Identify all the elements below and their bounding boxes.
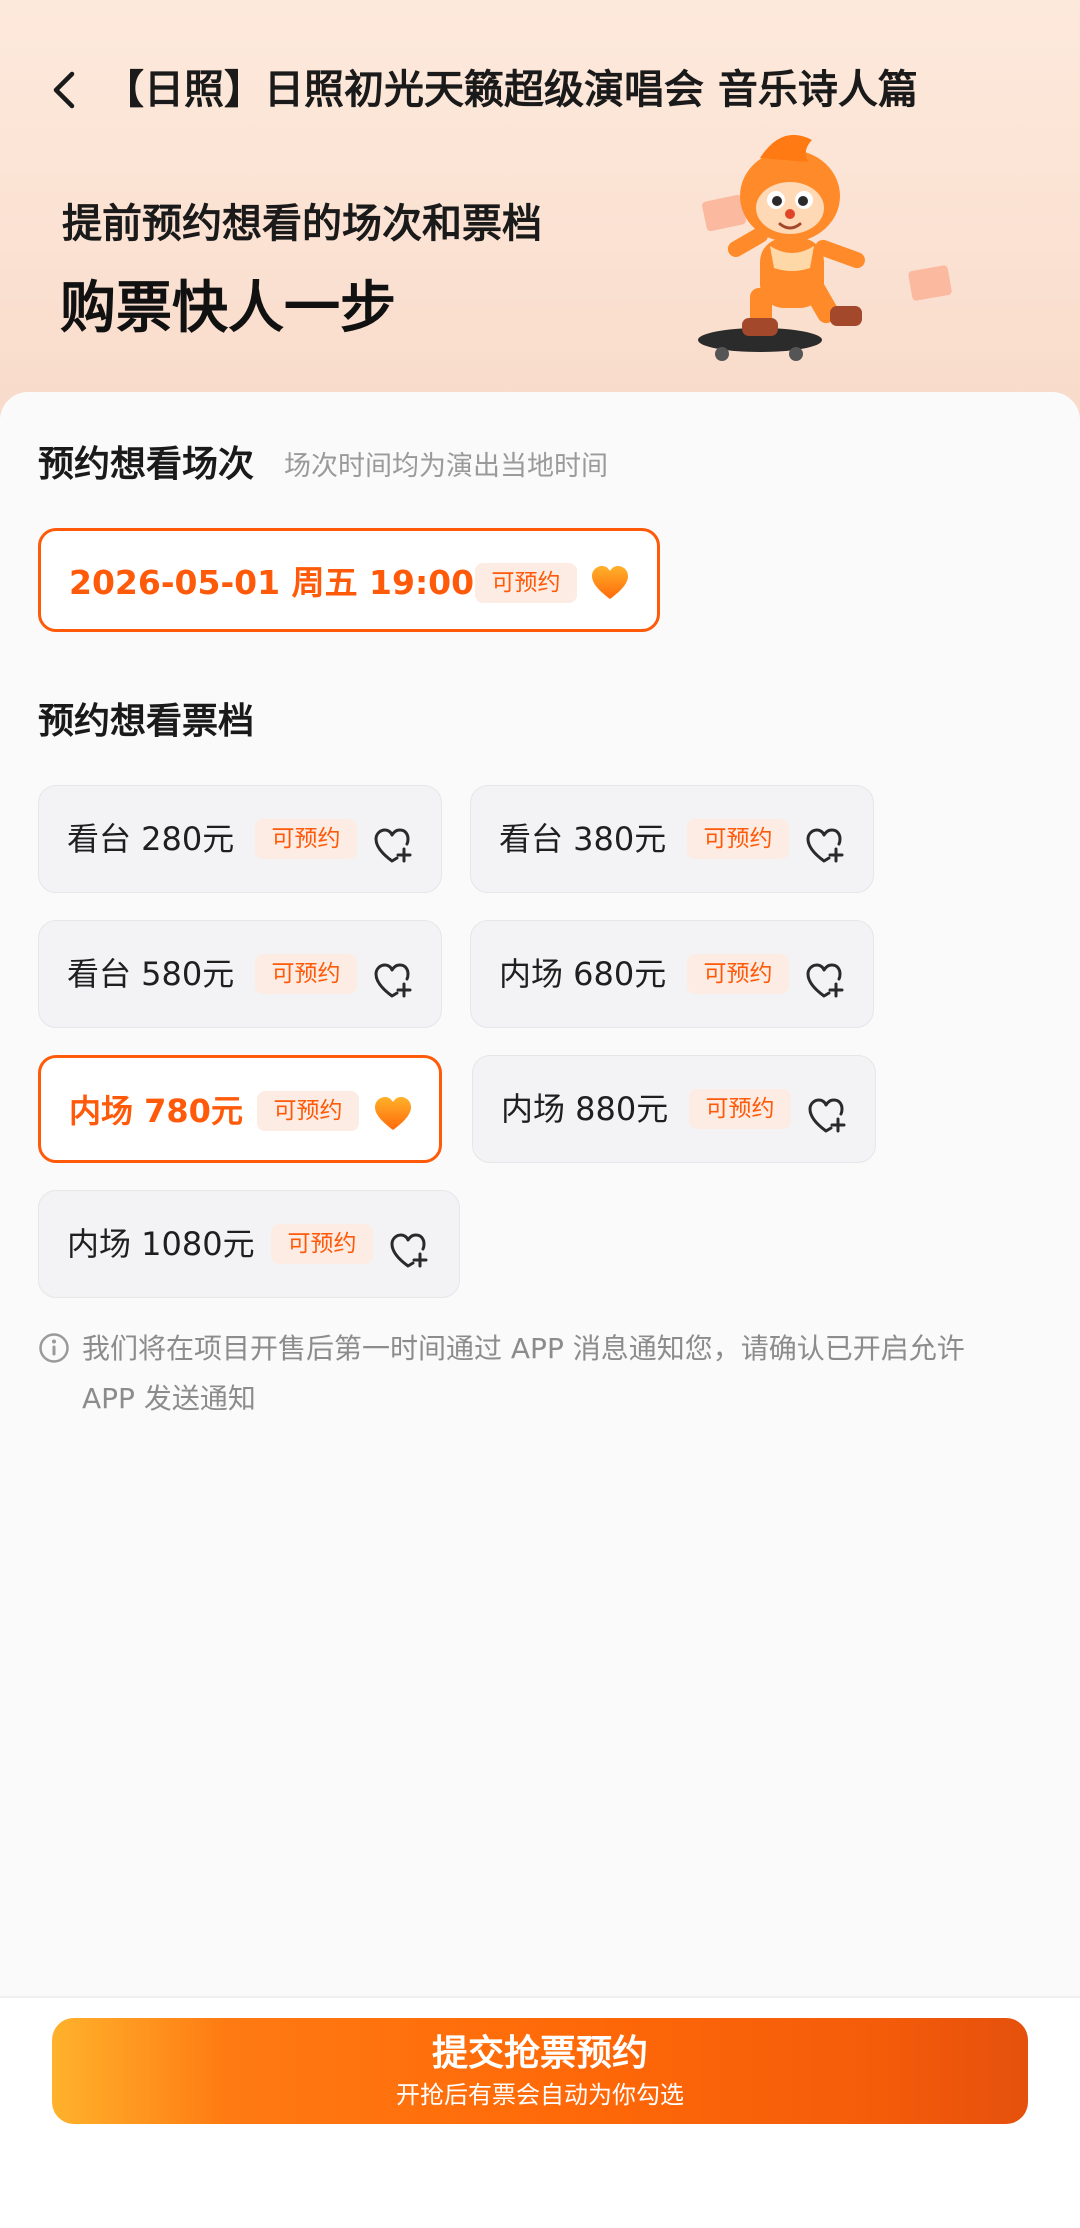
page-title: 【日照】日照初光天籁超级演唱会 音乐诗人篇 (104, 67, 918, 113)
heart-add-icon (805, 828, 845, 864)
heart-filled-icon (590, 565, 630, 601)
status-badge: 可预约 (687, 954, 789, 994)
heart-add-icon (373, 963, 413, 999)
status-badge: 可预约 (255, 954, 357, 994)
tier-label: 内场 1080元 (67, 1225, 255, 1263)
tier-option[interactable]: 内场 680元 可预约 (470, 920, 874, 1028)
tier-option[interactable]: 内场 1080元 可预约 (38, 1190, 460, 1298)
heart-add-icon (389, 1233, 429, 1269)
tier-label: 内场 680元 (499, 955, 667, 993)
chevron-left-icon (53, 71, 75, 109)
tier-label: 看台 280元 (67, 820, 235, 858)
tier-section-title: 预约想看票档 (38, 701, 255, 742)
back-button[interactable] (40, 62, 90, 118)
tier-label: 内场 880元 (501, 1090, 669, 1128)
heart-filled-icon (373, 1096, 413, 1132)
tier-option-selected[interactable]: 内场 780元 可预约 (38, 1055, 442, 1163)
slogan-line1: 提前预约想看的场次和票档 (62, 201, 542, 247)
status-badge: 可预约 (689, 1089, 791, 1129)
status-badge: 可预约 (271, 1224, 373, 1264)
tier-option[interactable]: 看台 380元 可预约 (470, 785, 874, 893)
heart-add-icon (807, 1098, 847, 1134)
tier-label: 看台 380元 (499, 820, 667, 858)
notification-notice: 我们将在项目开售后第一时间通过 APP 消息通知您，请确认已开启允许 APP 发… (82, 1332, 965, 1415)
status-badge: 可预约 (257, 1091, 359, 1131)
tier-option[interactable]: 看台 580元 可预约 (38, 920, 442, 1028)
submit-button-label: 提交抢票预约 (431, 2033, 648, 2074)
mascot-illustration (698, 134, 952, 361)
tier-option[interactable]: 看台 280元 可预约 (38, 785, 442, 893)
session-timezone-note: 场次时间均为演出当地时间 (284, 451, 608, 482)
session-datetime: 2026-05-01 周五 19:00 (69, 563, 475, 602)
footer-divider (0, 1996, 1080, 1998)
session-section-title: 预约想看场次 (38, 444, 255, 485)
tier-label: 看台 580元 (67, 955, 235, 993)
status-badge: 可预约 (255, 819, 357, 859)
status-badge: 可预约 (475, 563, 577, 603)
info-icon (39, 1333, 69, 1363)
submit-reservation-button[interactable]: 提交抢票预约 开抢后有票会自动为你勾选 (52, 2018, 1028, 2124)
tier-option[interactable]: 内场 880元 可预约 (472, 1055, 876, 1163)
session-option[interactable]: 2026-05-01 周五 19:00 可预约 (38, 528, 660, 632)
slogan-line2: 购票快人一步 (60, 276, 396, 341)
tier-label: 内场 780元 (69, 1092, 243, 1130)
heart-add-icon (373, 828, 413, 864)
heart-add-icon (805, 963, 845, 999)
status-badge: 可预约 (687, 819, 789, 859)
submit-button-sublabel: 开抢后有票会自动为你勾选 (396, 2081, 684, 2109)
